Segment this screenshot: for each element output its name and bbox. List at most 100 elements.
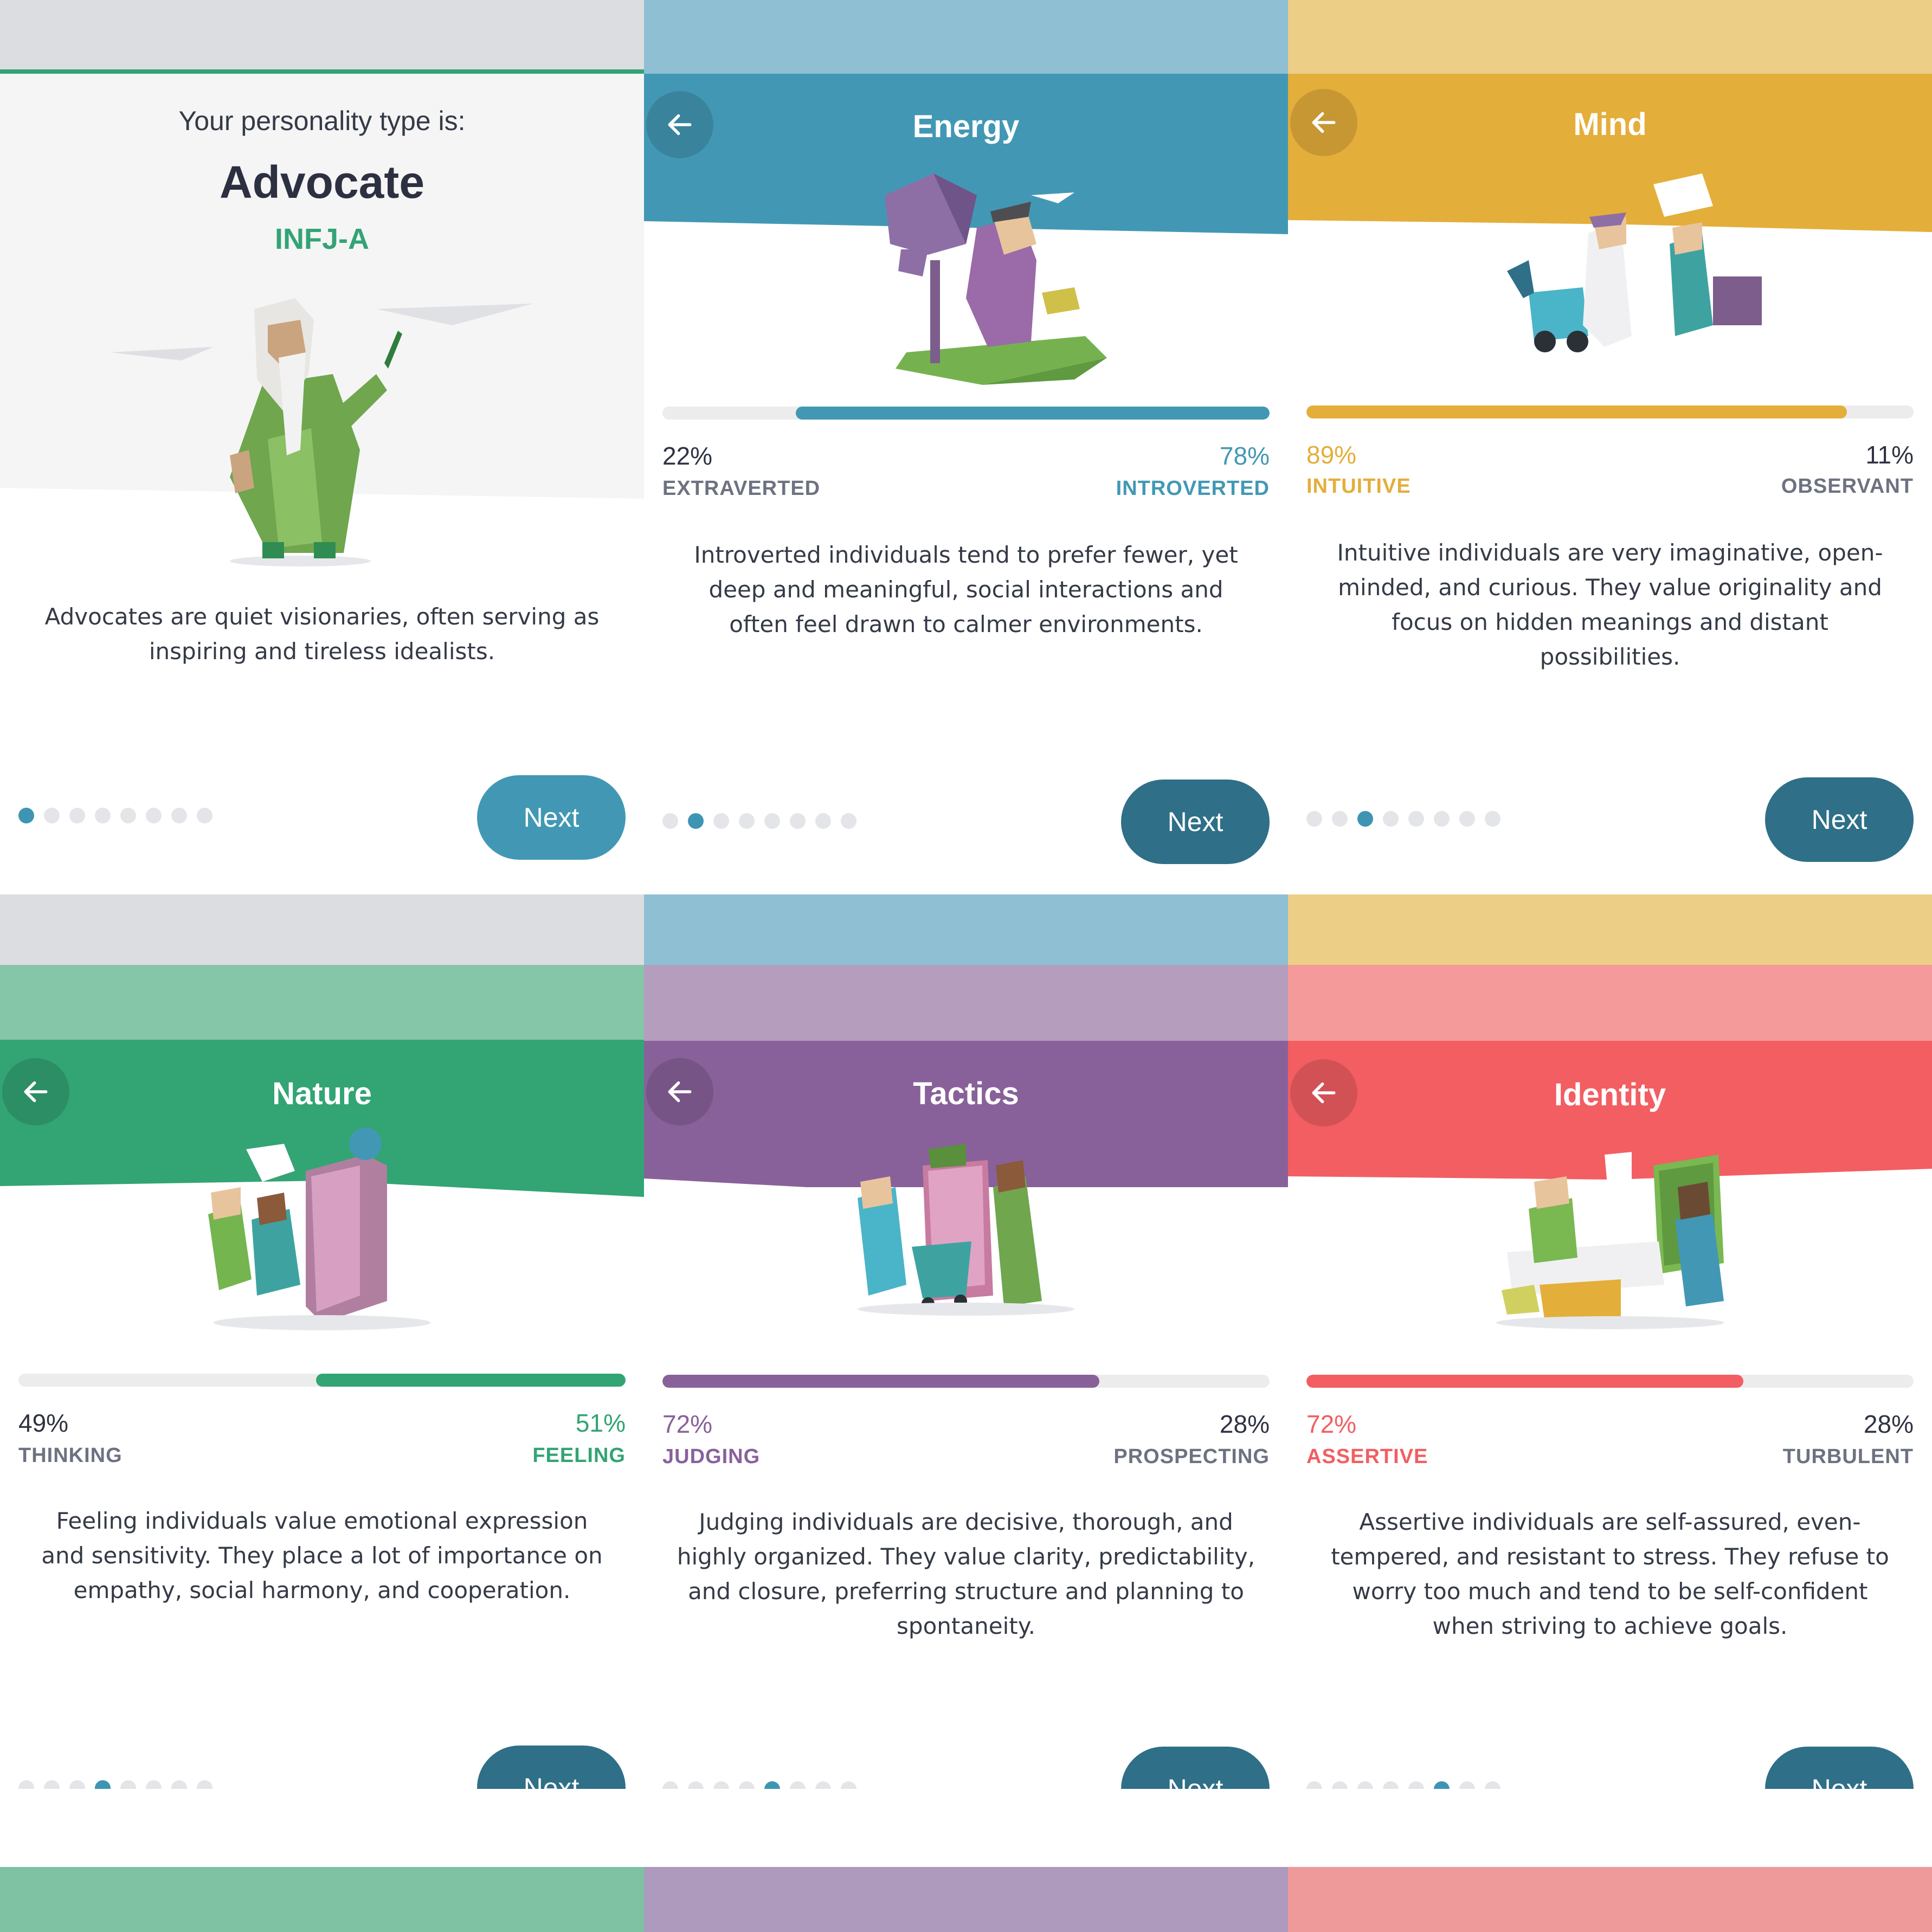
page-dot [1383,811,1399,827]
page-dot [1357,1781,1373,1789]
left-trait-label: JUDGING [662,1445,761,1468]
screen-title: Energy [912,109,1020,144]
page-dot [69,1780,85,1789]
page-dot [146,808,162,823]
trait-description: Judging individuals are decisive, thorou… [677,1509,1255,1639]
right-trait-label: TURBULENT [1782,1445,1914,1468]
next-button[interactable]: Next [1765,777,1914,862]
page-dot-active [764,1781,780,1789]
left-percentage: 49% [18,1409,69,1437]
page-dot [120,808,136,823]
page-dot [841,813,856,829]
page-dot-active [688,813,704,829]
left-trait-label: THINKING [18,1444,123,1467]
next-screen-peek-red [1288,1867,1932,1932]
trait-description: Intuitive individuals are very imaginati… [1337,539,1883,670]
page-indicator [18,808,212,825]
next-button[interactable]: Next [477,1746,626,1789]
shopping-cart-illustration-icon [858,1144,1074,1316]
screen-title: Identity [1554,1077,1666,1112]
top-accent-line [0,69,644,74]
page-dot [1383,1781,1399,1789]
intro-screen: Your personality type is: Advocate INFJ-… [0,0,644,894]
right-percentage: 28% [1219,1410,1270,1438]
identity-screen: Identity 72% 28% ASSERTIVE TURBULENT Ass… [1288,894,1932,1789]
page-dot [146,1780,162,1789]
page-dot-active [18,808,34,823]
page-dot [1459,1781,1475,1789]
right-percentage: 51% [575,1409,626,1437]
identity-progress-bar [1306,1375,1914,1388]
header-top-strip [1288,965,1932,1041]
page-indicator [1306,1781,1500,1789]
left-percentage: 72% [1306,1410,1357,1438]
header-top-strip [0,965,644,1040]
right-trait-label: OBSERVANT [1781,475,1914,498]
page-dot [44,1780,60,1789]
left-percentage: 22% [662,442,713,470]
page-dot-active [1357,811,1373,827]
next-screen-peek-green [0,1867,644,1932]
page-dot [18,1780,34,1789]
status-bar-area [1288,894,1932,965]
page-dot [44,808,60,823]
right-trait-label: FEELING [532,1444,626,1467]
page-dot [95,808,111,823]
page-dot [69,808,85,823]
intro-subtitle: Your personality type is: [178,106,466,136]
page-indicator [662,813,856,830]
page-dot [662,813,678,829]
page-dot [1434,811,1450,827]
next-screen-peek-purple [644,1867,1288,1932]
trait-description: Assertive individuals are self-assured, … [1331,1509,1889,1639]
mind-progress-bar [1306,405,1914,418]
next-button[interactable]: Next [477,775,626,860]
page-dot [1306,1781,1322,1789]
intro-description: Advocates are quiet visionaries, often s… [44,603,600,665]
energy-progress-bar [662,407,1270,420]
right-percentage: 28% [1863,1410,1914,1438]
left-trait-label: INTUITIVE [1306,475,1411,498]
left-percentage: 89% [1306,441,1357,469]
tactics-progress-bar [662,1375,1270,1388]
personality-type-code: INFJ-A [275,223,369,255]
page-indicator [1306,811,1500,828]
page-dot [171,808,187,823]
energy-screen: Energy 22% 78% EXTRAVERTED INTROVERTED I… [644,0,1288,894]
page-dot [197,1780,212,1789]
lockers-illustration-icon [208,1128,430,1330]
nature-screen: Nature 49% 51% THINKING FEELING Feeling … [0,894,644,1789]
right-percentage: 11% [1865,441,1914,469]
next-button[interactable]: Next [1121,780,1270,864]
page-dot [790,813,806,829]
screen-title: Mind [1573,107,1647,142]
next-button[interactable]: Next [1121,1747,1270,1789]
right-trait-label: PROSPECTING [1113,1445,1270,1468]
page-dot [713,1781,729,1789]
status-bar-area [644,0,1288,74]
screen-title: Nature [272,1076,372,1111]
status-bar-area [1288,0,1932,74]
page-dot [1485,1781,1500,1789]
page-dot-active [1434,1781,1450,1789]
page-dot [764,813,780,829]
wizard-illustration-icon [111,298,533,566]
page-dot [171,1780,187,1789]
page-dot [1332,1781,1348,1789]
page-dot-active [95,1780,111,1789]
page-dot [739,813,755,829]
nature-progress-bar [18,1374,626,1387]
page-dot [1306,811,1322,827]
next-button[interactable]: Next [1765,1747,1914,1789]
status-bar-area [0,894,644,965]
personality-type-name: Advocate [219,157,425,208]
page-dot [120,1780,136,1789]
left-trait-label: EXTRAVERTED [662,477,821,500]
tactics-progress-fill [662,1375,1100,1388]
mind-screen: Mind 89% 11% INTUITIVE OBSERVANT Intuiti… [1288,0,1932,894]
page-dot [1408,1781,1424,1789]
status-bar-area [644,894,1288,965]
trait-description: Introverted individuals tend to prefer f… [694,542,1238,637]
right-percentage: 78% [1219,442,1270,470]
identity-progress-fill [1306,1375,1744,1388]
